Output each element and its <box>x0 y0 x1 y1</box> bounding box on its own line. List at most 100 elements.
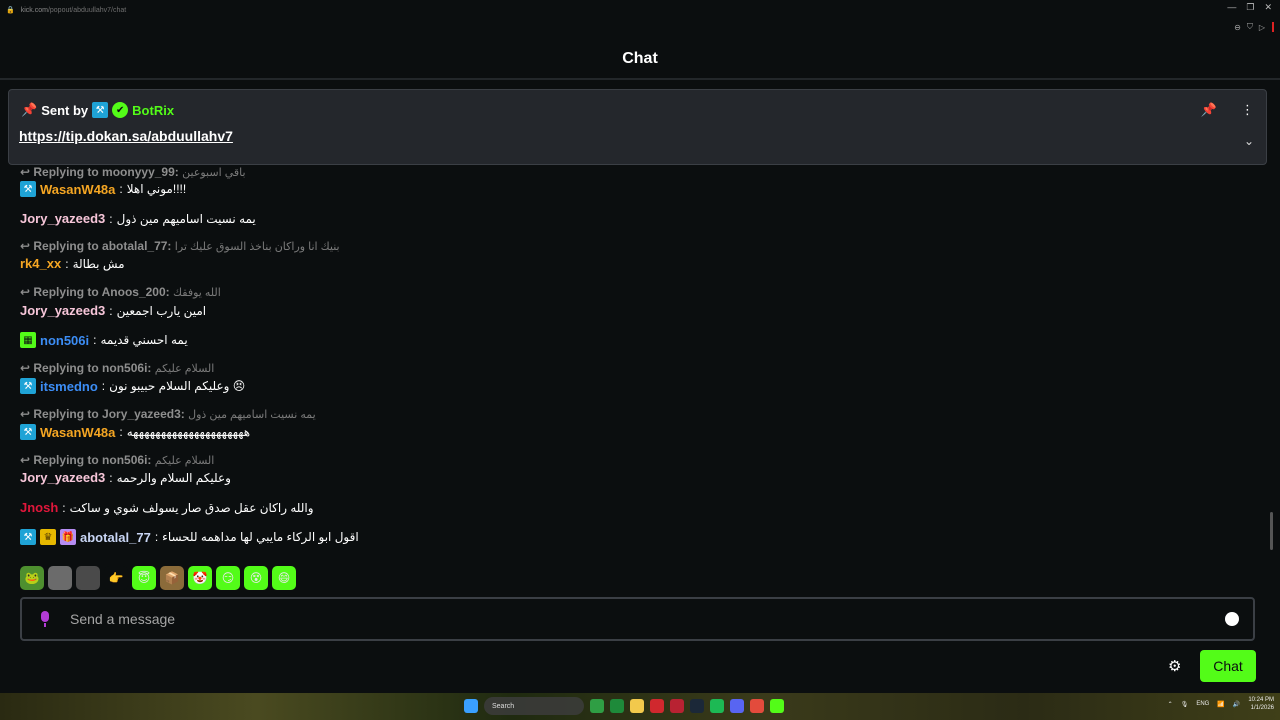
chat-message[interactable]: Jory_yazeed3: يمه نسيت اساميهم مين ذول <box>20 211 256 226</box>
emote-angel-icon[interactable]: 😇 <box>132 566 156 590</box>
reply-quoted-text: السلام عليكم <box>154 455 215 467</box>
reply-arrow-icon: ↩ <box>20 239 34 253</box>
emote-frog-icon[interactable]: 🐸 <box>20 566 44 590</box>
emote-box-icon[interactable]: 📦 <box>160 566 184 590</box>
taskbar-clock[interactable]: 10:24 PM 1/1/2026 <box>1248 696 1274 712</box>
chat-message[interactable]: Jnosh: والله راكان عقل صدق صار يسولف شوي … <box>20 500 314 515</box>
chat-username[interactable]: rk4_xx <box>20 256 61 271</box>
address-bar[interactable]: 🔒 kick.com/popout/abduullahv7/chat <box>0 0 1280 20</box>
chat-message-text: يمه احسني قديمه <box>100 333 188 347</box>
reply-context[interactable]: ↩ Replying to Anoos_200: الله يوفقك <box>20 285 221 299</box>
reply-context[interactable]: ↩ Replying to Jory_yazeed3: يمه نسيت اسا… <box>20 407 316 421</box>
chat-message[interactable]: ⚒ WasanW48a: موني اهلا!!!! <box>20 181 186 197</box>
verified-badge-icon: ✔ <box>112 102 129 118</box>
chat-message[interactable]: Jory_yazeed3: امين يارب اجمعين <box>20 303 206 318</box>
volume-icon[interactable]: 🔊 <box>1233 701 1240 708</box>
xbox-icon[interactable] <box>610 699 624 713</box>
chat-message[interactable]: rk4_xx: مش بطالة <box>20 256 125 271</box>
more-options-icon[interactable]: ⋮ <box>1241 102 1254 118</box>
shield-icon[interactable]: ⛉ <box>1247 22 1253 32</box>
emote-photo2-icon[interactable] <box>76 566 100 590</box>
minimize-icon[interactable]: — <box>1227 2 1236 13</box>
emote-hand-icon[interactable]: 👉 <box>104 566 128 590</box>
os-taskbar: Search ⌃ 🎙 ENG 📶 🔊 10:24 PM 1/1/2026 <box>0 693 1280 720</box>
message-input[interactable]: Send a message <box>20 597 1255 641</box>
reply-arrow-icon: ↩ <box>20 361 34 375</box>
chrome-icon[interactable] <box>750 699 764 713</box>
chat-message[interactable]: ⚒ itsmedno: وعليكم السلام حبيبو نون 😣 <box>20 378 245 394</box>
chat-message-text: مش بطالة <box>72 256 125 271</box>
username-separator: : <box>119 182 123 196</box>
reply-to-label: Replying to moonyyy_99: <box>33 165 179 179</box>
url-path: /popout/abduullahv7/chat <box>47 6 127 14</box>
emote-kick2-icon[interactable]: 😵 <box>244 566 268 590</box>
chat-username[interactable]: WasanW48a <box>40 425 115 440</box>
page-title: Chat <box>0 40 1280 80</box>
pinned-sender-name[interactable]: BotRix <box>132 103 174 118</box>
chat-username[interactable]: Jory_yazeed3 <box>20 303 105 318</box>
chat-message[interactable]: Jory_yazeed3: وعليكم السلام والرحمه <box>20 470 231 485</box>
reply-quoted-text: بنيك انا وراكان بناخذ السوق عليك ترا <box>174 241 340 253</box>
url-domain: kick.com <box>20 6 48 14</box>
emote-kick3-icon[interactable]: 😄 <box>272 566 296 590</box>
steam-icon[interactable] <box>690 699 704 713</box>
reply-context[interactable]: ↩ Replying to non506i: السلام عليكم <box>20 453 214 467</box>
restore-icon[interactable]: ❐ <box>1246 2 1254 13</box>
zoom-icon[interactable]: ⊖ <box>1234 23 1241 32</box>
moderator-badge-icon: ⚒ <box>92 102 109 118</box>
lang-indicator[interactable]: ENG <box>1196 701 1209 707</box>
opera-icon[interactable] <box>650 699 664 713</box>
chat-message[interactable]: ⚒ WasanW48a: هههههههههههههههههههههه <box>20 424 250 440</box>
chat-username[interactable]: Jory_yazeed3 <box>20 211 105 226</box>
username-separator: : <box>119 425 123 439</box>
reply-context[interactable]: ↩ Replying to moonyyy_99: باقي اسبوعين <box>20 165 246 179</box>
reply-context[interactable]: ↩ Replying to abotalal_77: بنيك انا وراك… <box>20 239 340 253</box>
discord-icon[interactable] <box>730 699 744 713</box>
reply-quoted-text: باقي اسبوعين <box>182 167 246 179</box>
moderator-badge-icon: ⚒ <box>20 424 36 440</box>
reply-arrow-icon: ↩ <box>20 165 34 179</box>
chat-username[interactable]: itsmedno <box>40 379 98 394</box>
play-icon[interactable]: ▷ <box>1259 23 1265 32</box>
taskbar-search[interactable]: Search <box>484 697 584 715</box>
chat-username[interactable]: Jnosh <box>20 500 58 515</box>
pinned-link[interactable]: https://tip.dokan.sa/abduullahv7 <box>19 128 233 144</box>
chat-username[interactable]: non506i <box>40 333 89 348</box>
app-red-icon[interactable] <box>670 699 684 713</box>
tray-mic-icon[interactable]: 🎙 <box>1181 701 1189 708</box>
username-separator: : <box>65 256 69 271</box>
send-chat-button[interactable]: Chat <box>1200 650 1256 682</box>
tray-chevron-icon[interactable]: ⌃ <box>1168 701 1173 708</box>
unpin-icon[interactable]: 📌 <box>1201 102 1217 118</box>
kick-app-icon[interactable] <box>770 699 784 713</box>
reply-context[interactable]: ↩ Replying to non506i: السلام عليكم <box>20 361 214 375</box>
chat-username[interactable]: Jory_yazeed3 <box>20 470 105 485</box>
clock-time: 10:24 PM <box>1248 697 1274 703</box>
reply-arrow-icon: ↩ <box>20 407 34 421</box>
chat-username[interactable]: WasanW48a <box>40 182 115 197</box>
settings-gear-icon[interactable]: ⚙ <box>1168 657 1181 675</box>
taskbar-search-label: Search <box>492 702 515 710</box>
username-separator: : <box>154 530 159 544</box>
spotify-icon[interactable] <box>710 699 724 713</box>
wifi-icon[interactable]: 📶 <box>1217 701 1224 708</box>
reply-to-label: Replying to non506i: <box>33 453 152 467</box>
extension-icon[interactable] <box>1272 22 1274 32</box>
folder-icon[interactable] <box>630 699 644 713</box>
chat-message[interactable]: ▦ non506i: يمه احسني قديمه <box>20 332 188 348</box>
emote-kick1-icon[interactable]: 😏 <box>216 566 240 590</box>
chevron-down-icon[interactable]: ⌄ <box>1244 134 1254 148</box>
close-icon[interactable]: ✕ <box>1264 2 1272 13</box>
username-separator: : <box>62 500 66 515</box>
scrollbar[interactable] <box>1270 512 1273 550</box>
username-separator: : <box>109 470 113 485</box>
emoji-picker-icon[interactable] <box>1225 612 1239 626</box>
chat-message[interactable]: ⚒ ♛ 🎁 abotalal_77: اقول ابو الركاء مايبي لها… <box>20 529 359 545</box>
microphone-icon[interactable] <box>38 610 52 628</box>
emote-photo1-icon[interactable] <box>48 566 72 590</box>
chat-message-list[interactable]: ↩ Replying to moonyyy_99: باقي اسبوعين ⚒ W… <box>20 165 1260 557</box>
emote-clown-icon[interactable]: 🤡 <box>188 566 212 590</box>
nvidia-icon[interactable] <box>590 699 604 713</box>
chat-username[interactable]: abotalal_77 <box>80 530 151 545</box>
windows-start-icon[interactable] <box>464 699 478 713</box>
